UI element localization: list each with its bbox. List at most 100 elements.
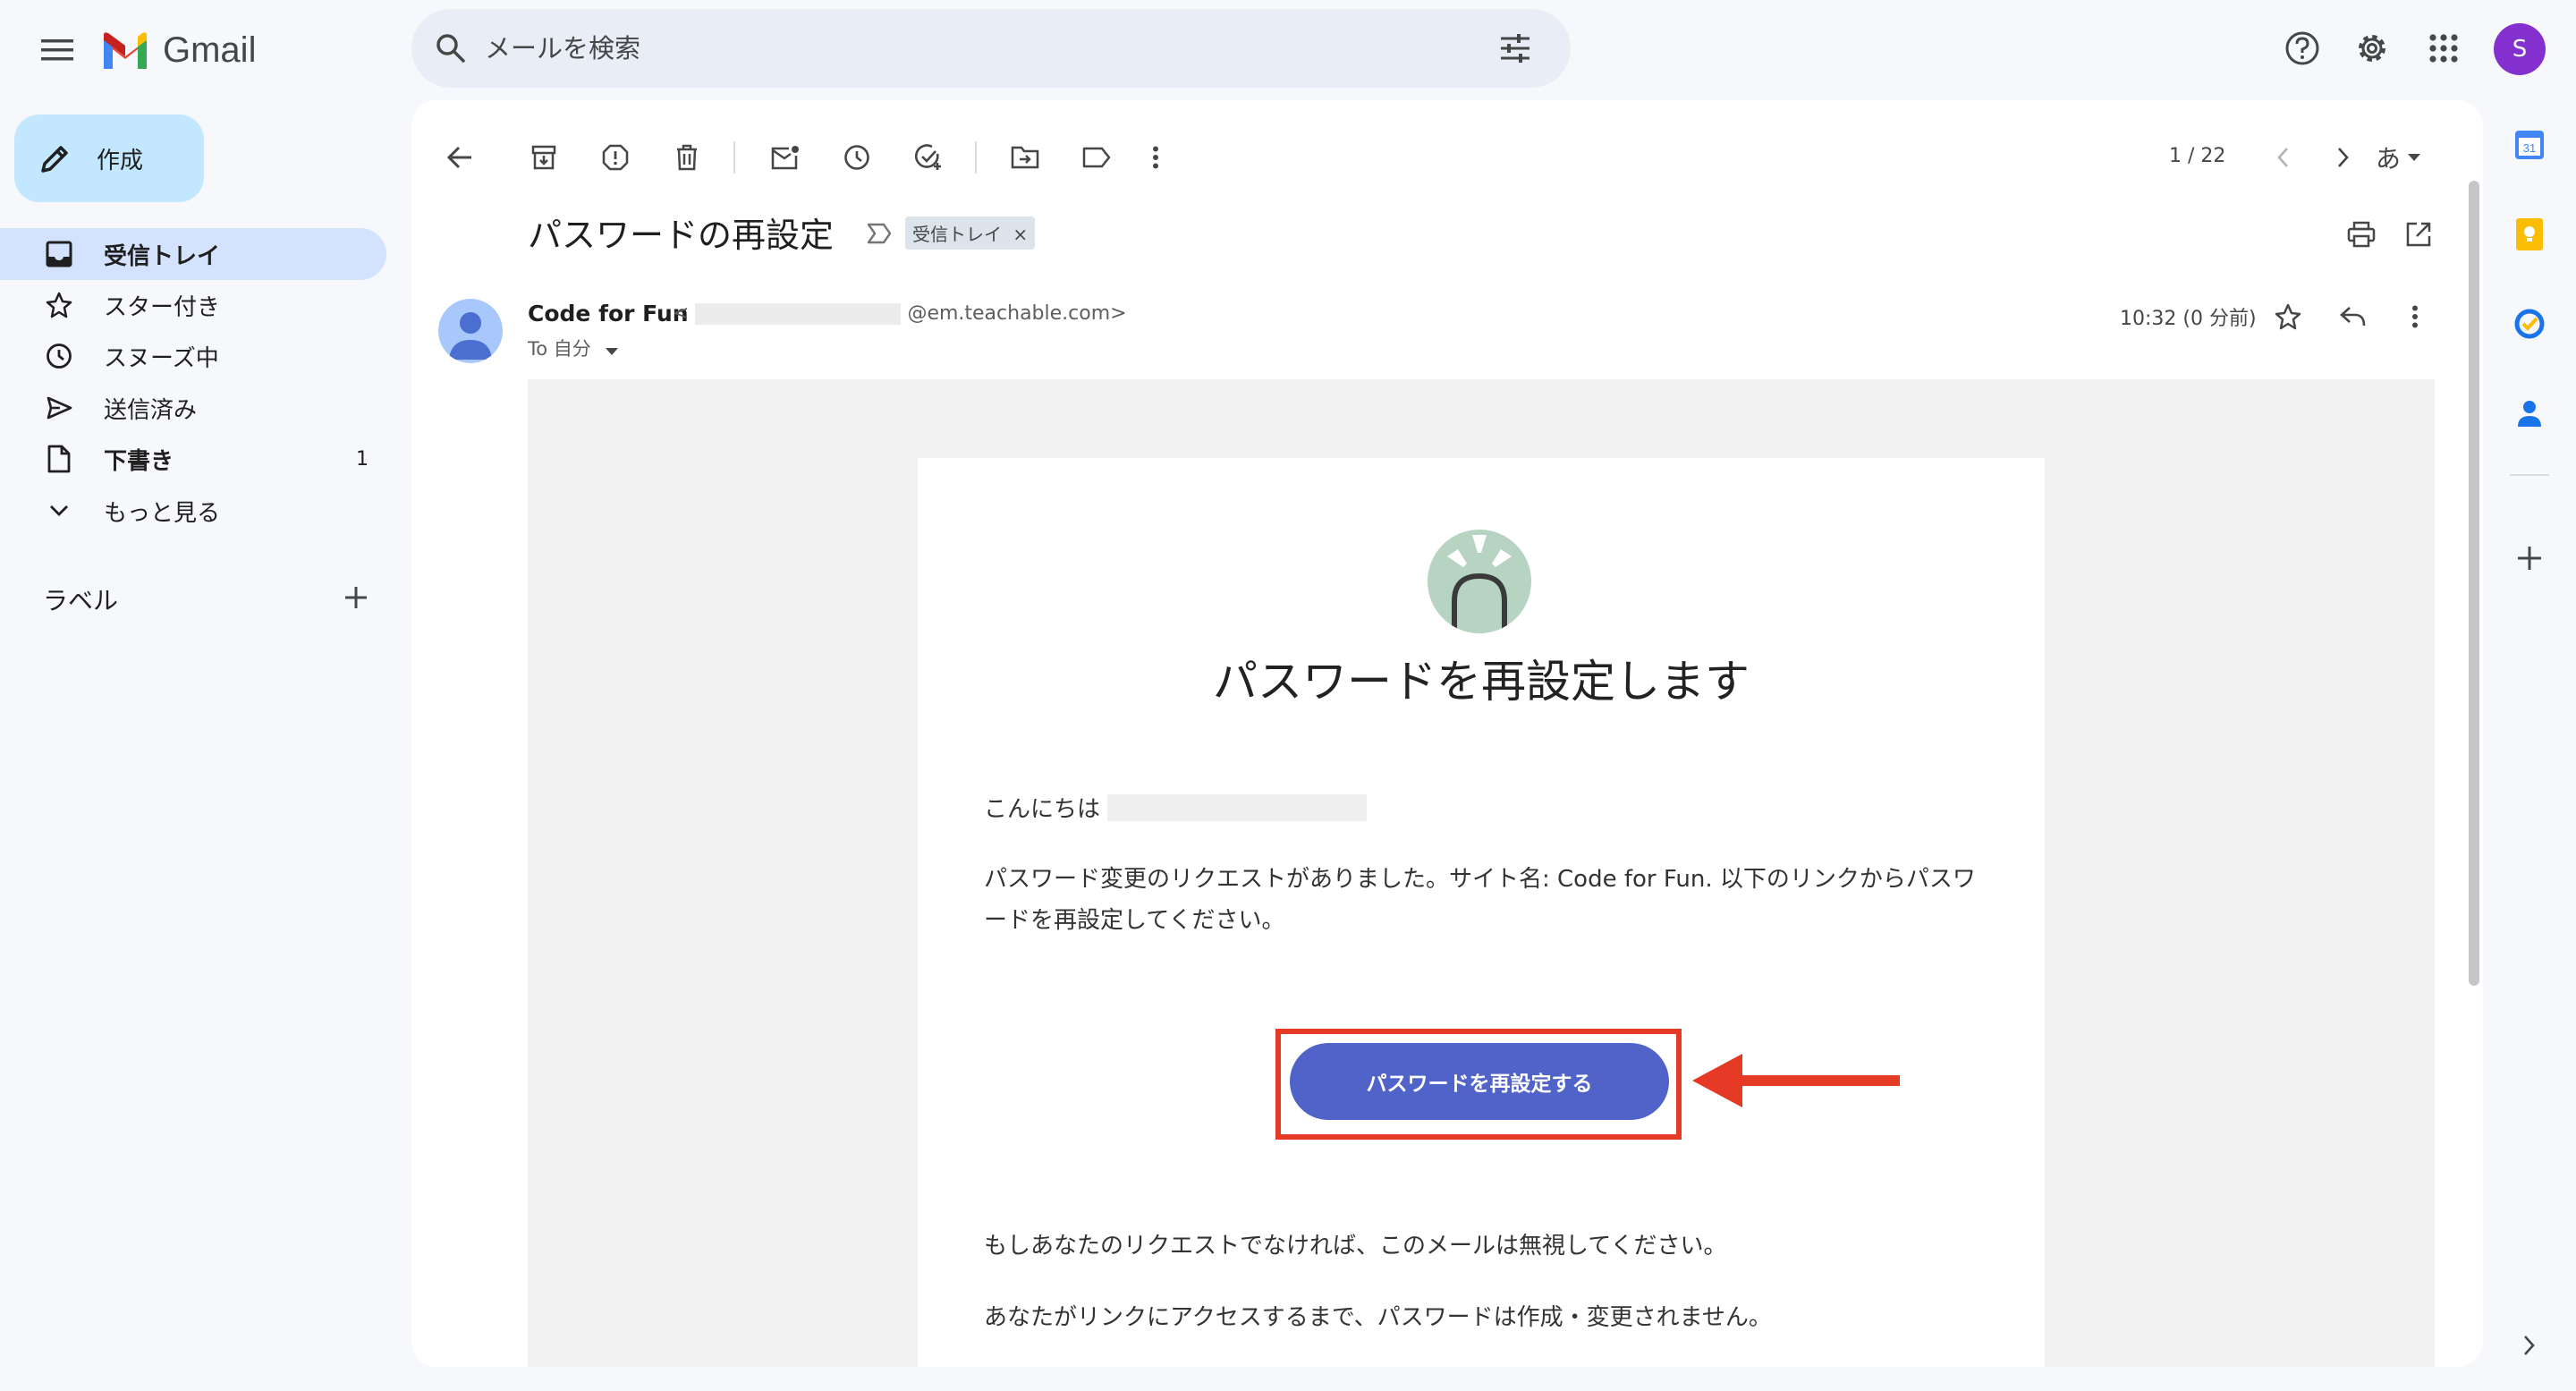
sidebar-item-starred[interactable]: スター付き [0,279,386,331]
clock-icon [844,145,869,170]
sidebar-item-inbox[interactable]: 受信トレイ [0,228,386,280]
newer-button[interactable] [2261,136,2304,179]
contacts-app-button[interactable] [2510,394,2549,433]
gmail-m-icon [104,32,147,69]
older-button[interactable] [2322,136,2365,179]
chevron-right-icon [2524,1336,2535,1355]
open-in-new-window-button[interactable] [2397,213,2440,256]
recipient-details-toggle[interactable]: To 自分 [528,335,619,361]
google-apps-button[interactable] [2419,23,2469,73]
greeting-text: こんにちは [984,796,1101,823]
main-menu-button[interactable] [32,25,82,75]
print-icon [2347,221,2376,248]
compose-button[interactable]: 作成 [14,115,204,202]
sidebar-item-label: 下書き [104,447,174,475]
add-to-tasks-button[interactable] [907,136,950,179]
search-input[interactable] [483,32,1435,64]
more-vert-icon [2412,305,2418,328]
search-bar[interactable] [411,9,1571,88]
tasks-app-button[interactable] [2510,304,2549,344]
no-change-notice: あなたがリンクにアクセスするまで、パスワードは作成・変更されません。 [984,1304,1772,1331]
reset-password-button[interactable]: パスワードを再設定する [1290,1043,1669,1120]
get-addons-button[interactable] [2510,539,2549,578]
more-vert-icon [1153,146,1158,169]
folder-move-icon [1011,146,1039,169]
redacted-text [695,303,902,325]
search-options-icon[interactable] [1499,34,1531,63]
account-avatar[interactable]: S [2494,23,2546,75]
contacts-icon [2518,401,2541,427]
gear-icon [2359,35,2385,62]
sidebar-item-label: 送信済み [104,396,198,424]
more-options-button[interactable] [1134,136,1177,179]
message-panel: 1 / 22 あ パスワードの再設定 受信トレイ × Code for Fun … [411,100,2483,1367]
message-time: 10:32 (0 分前) [2120,308,2257,330]
inbox-label-chip[interactable]: 受信トレイ × [905,216,1036,250]
reset-request-message: パスワード変更のリクエストがありました。サイト名: Code for Fun. … [984,866,1976,934]
settings-button[interactable] [2347,23,2397,73]
tasks-icon [2514,309,2545,339]
message-more-button[interactable] [2394,295,2436,338]
importance-marker-icon[interactable] [866,222,893,245]
archive-button[interactable] [522,136,565,179]
sender-name: Code for Fun [528,301,689,327]
draft-file-icon [41,445,77,473]
add-label-button[interactable] [340,581,372,614]
search-icon[interactable] [435,32,467,64]
plus-icon [345,587,367,608]
report-spam-button[interactable] [594,136,637,179]
calendar-day: 31 [2523,141,2536,155]
open-in-new-icon [2406,222,2431,247]
move-to-button[interactable] [1004,136,1046,179]
print-button[interactable] [2340,213,2383,256]
mail-unread-icon [771,146,799,170]
delete-button[interactable] [665,136,708,179]
reply-button[interactable] [2331,295,2374,338]
support-button[interactable] [2277,23,2327,73]
rail-divider [2510,474,2549,476]
calendar-app-button[interactable]: 31 [2510,125,2549,165]
snooze-button[interactable] [835,136,878,179]
gmail-logo[interactable]: Gmail [100,25,256,75]
sidebar-item-sent[interactable]: 送信済み [0,382,386,434]
keep-app-button[interactable] [2510,215,2549,254]
toolbar-divider [975,141,977,174]
sidebar-item-more[interactable]: もっと見る [0,485,386,537]
spam-icon [602,144,629,171]
chevron-down-icon [41,504,77,518]
scrollbar[interactable] [2469,181,2479,986]
calendar-icon: 31 [2515,131,2544,159]
chevron-left-icon [2277,148,2288,167]
archive-icon [531,145,556,170]
input-tools-button[interactable]: あ [2376,136,2447,179]
sidebar-item-snoozed[interactable]: スヌーズ中 [0,330,386,382]
email-body-background: パスワードを再設定します こんにちは パスワード変更のリクエストがありました。サ… [528,379,2435,1367]
sidebar-item-label: 受信トレイ [104,242,221,270]
hamburger-icon [41,39,73,61]
pencil-icon [39,142,72,174]
send-icon [41,394,77,421]
show-side-panel-button[interactable] [2510,1326,2549,1365]
mark-unread-button[interactable] [764,136,807,179]
toolbar-divider [733,141,735,174]
sidebar-item-label: スター付き [104,293,221,321]
sender-email-domain: @em.teachable.com> [907,302,1127,325]
compose-label: 作成 [97,147,144,174]
input-tools-label: あ [2376,144,2402,174]
star-button[interactable] [2267,295,2309,338]
plus-icon [2518,547,2541,570]
sender-avatar[interactable] [438,299,503,363]
label-icon [1082,147,1111,168]
message-subject: パスワードの再設定 [528,216,835,255]
labels-button[interactable] [1075,136,1118,179]
star-icon [41,292,77,318]
remove-label-button[interactable]: × [1013,224,1028,245]
back-button[interactable] [438,136,481,179]
arrow-left-icon [446,146,471,169]
caret-down-icon [606,348,619,355]
trash-icon [677,144,697,171]
inbox-icon [41,241,77,267]
greeting: こんにちは [984,791,1368,824]
sidebar-item-drafts[interactable]: 下書き 1 [0,433,386,485]
arrow-left-annotation-icon [1692,1054,1900,1107]
